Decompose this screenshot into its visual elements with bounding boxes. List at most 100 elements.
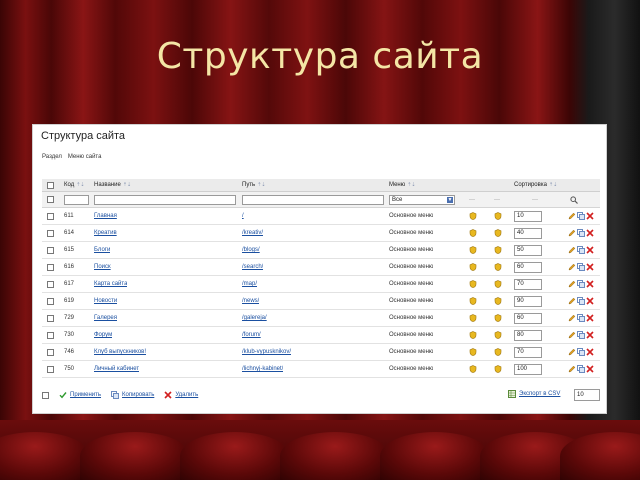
- row-checkbox[interactable]: [47, 246, 54, 254]
- shield-icon[interactable]: [469, 276, 477, 292]
- delete-icon[interactable]: [586, 365, 594, 373]
- shield-icon[interactable]: [494, 276, 502, 292]
- sort-arrows-icon[interactable]: ⇡⇣: [257, 182, 265, 188]
- shield-icon[interactable]: [494, 242, 502, 258]
- copy-icon[interactable]: [577, 246, 585, 254]
- sort-order-input[interactable]: 10: [514, 210, 542, 222]
- row-path-link[interactable]: /news/: [242, 293, 259, 309]
- edit-pencil-icon[interactable]: [568, 229, 576, 237]
- row-checkbox[interactable]: [47, 314, 54, 322]
- edit-pencil-icon[interactable]: [568, 246, 576, 254]
- filter-name-input[interactable]: [94, 194, 236, 205]
- row-name-link[interactable]: Креатив: [94, 225, 117, 241]
- row-path-link[interactable]: /search/: [242, 259, 263, 275]
- shield-icon[interactable]: [469, 259, 477, 275]
- row-path-link[interactable]: /blogs/: [242, 242, 260, 258]
- sort-arrows-icon[interactable]: ⇡⇣: [407, 182, 415, 188]
- search-icon[interactable]: [570, 192, 578, 207]
- shield-icon[interactable]: [494, 361, 502, 377]
- delete-icon[interactable]: [586, 263, 594, 271]
- row-name-link[interactable]: Галерея: [94, 310, 117, 326]
- select-all-checkbox[interactable]: [47, 181, 54, 189]
- row-name-link[interactable]: Главная: [94, 208, 117, 224]
- edit-pencil-icon[interactable]: [568, 365, 576, 373]
- delete-icon[interactable]: [586, 280, 594, 288]
- row-name-link[interactable]: Личный кабинет: [94, 361, 139, 377]
- row-name-link[interactable]: Форум: [94, 327, 112, 343]
- sort-order-input[interactable]: 70: [514, 346, 542, 358]
- row-path-link[interactable]: /forum/: [242, 327, 261, 343]
- copy-icon[interactable]: [577, 297, 585, 305]
- sort-order-input[interactable]: 100: [514, 363, 542, 375]
- row-path-link[interactable]: /klub-vypusknikov/: [242, 344, 291, 360]
- copy-icon[interactable]: [577, 365, 585, 373]
- sort-order-input[interactable]: 70: [514, 278, 542, 290]
- edit-pencil-icon[interactable]: [568, 263, 576, 271]
- shield-icon[interactable]: [469, 208, 477, 224]
- sort-order-input[interactable]: 90: [514, 295, 542, 307]
- delete-icon[interactable]: [586, 331, 594, 339]
- copy-icon[interactable]: [577, 314, 585, 322]
- edit-pencil-icon[interactable]: [568, 212, 576, 220]
- filter-menu-select[interactable]: Все ▼: [389, 194, 455, 205]
- column-name[interactable]: Название ⇡⇣: [94, 179, 131, 191]
- row-path-link[interactable]: /: [242, 208, 244, 224]
- row-checkbox[interactable]: [47, 297, 54, 305]
- edit-pencil-icon[interactable]: [568, 331, 576, 339]
- shield-icon[interactable]: [469, 344, 477, 360]
- shield-icon[interactable]: [494, 208, 502, 224]
- filter-path-input[interactable]: [242, 194, 384, 205]
- apply-button[interactable]: Применить: [59, 391, 101, 399]
- delete-icon[interactable]: [586, 212, 594, 220]
- delete-icon[interactable]: [586, 229, 594, 237]
- row-checkbox[interactable]: [47, 365, 54, 373]
- sort-arrows-icon[interactable]: ⇡⇣: [123, 182, 131, 188]
- shield-icon[interactable]: [469, 361, 477, 377]
- sort-arrows-icon[interactable]: ⇡⇣: [549, 182, 557, 188]
- row-name-link[interactable]: Клуб выпускников!: [94, 344, 146, 360]
- sort-order-input[interactable]: 40: [514, 227, 542, 239]
- tab-site-menu[interactable]: Меню сайта: [68, 154, 102, 160]
- row-checkbox[interactable]: [47, 331, 54, 339]
- footer-checkbox[interactable]: [42, 391, 49, 399]
- copy-icon[interactable]: [577, 212, 585, 220]
- copy-icon[interactable]: [577, 348, 585, 356]
- row-name-link[interactable]: Блоги: [94, 242, 110, 258]
- sort-order-input[interactable]: 60: [514, 261, 542, 273]
- shield-icon[interactable]: [469, 242, 477, 258]
- copy-icon[interactable]: [577, 280, 585, 288]
- sort-order-input[interactable]: 80: [514, 329, 542, 341]
- sort-order-input[interactable]: 60: [514, 312, 542, 324]
- row-checkbox[interactable]: [47, 263, 54, 271]
- delete-icon[interactable]: [586, 348, 594, 356]
- shield-icon[interactable]: [494, 344, 502, 360]
- column-code[interactable]: Код ⇡⇣: [64, 179, 85, 191]
- shield-icon[interactable]: [494, 293, 502, 309]
- filter-checkbox[interactable]: [47, 196, 54, 203]
- shield-icon[interactable]: [494, 327, 502, 343]
- edit-pencil-icon[interactable]: [568, 314, 576, 322]
- shield-icon[interactable]: [494, 310, 502, 326]
- sort-order-input[interactable]: 50: [514, 244, 542, 256]
- sort-arrows-icon[interactable]: ⇡⇣: [76, 182, 84, 188]
- column-menu[interactable]: Меню ⇡⇣: [389, 179, 416, 191]
- copy-button[interactable]: Копировать: [111, 391, 154, 399]
- row-path-link[interactable]: /lichnyj-kabinet/: [242, 361, 283, 377]
- copy-icon[interactable]: [577, 229, 585, 237]
- shield-icon[interactable]: [469, 225, 477, 241]
- delete-icon[interactable]: [586, 314, 594, 322]
- shield-icon[interactable]: [494, 259, 502, 275]
- edit-pencil-icon[interactable]: [568, 280, 576, 288]
- row-name-link[interactable]: Новости: [94, 293, 117, 309]
- row-path-link[interactable]: /galereja/: [242, 310, 267, 326]
- delete-icon[interactable]: [586, 246, 594, 254]
- delete-icon[interactable]: [586, 297, 594, 305]
- delete-button[interactable]: Удалить: [164, 391, 198, 399]
- column-path[interactable]: Путь ⇡⇣: [242, 179, 266, 191]
- shield-icon[interactable]: [469, 327, 477, 343]
- row-checkbox[interactable]: [47, 212, 54, 220]
- export-csv-button[interactable]: Экспорт в CSV: [508, 390, 560, 398]
- row-name-link[interactable]: Карта сайта: [94, 276, 127, 292]
- page-size-select[interactable]: 10: [574, 389, 600, 401]
- filter-code-input[interactable]: [64, 194, 89, 205]
